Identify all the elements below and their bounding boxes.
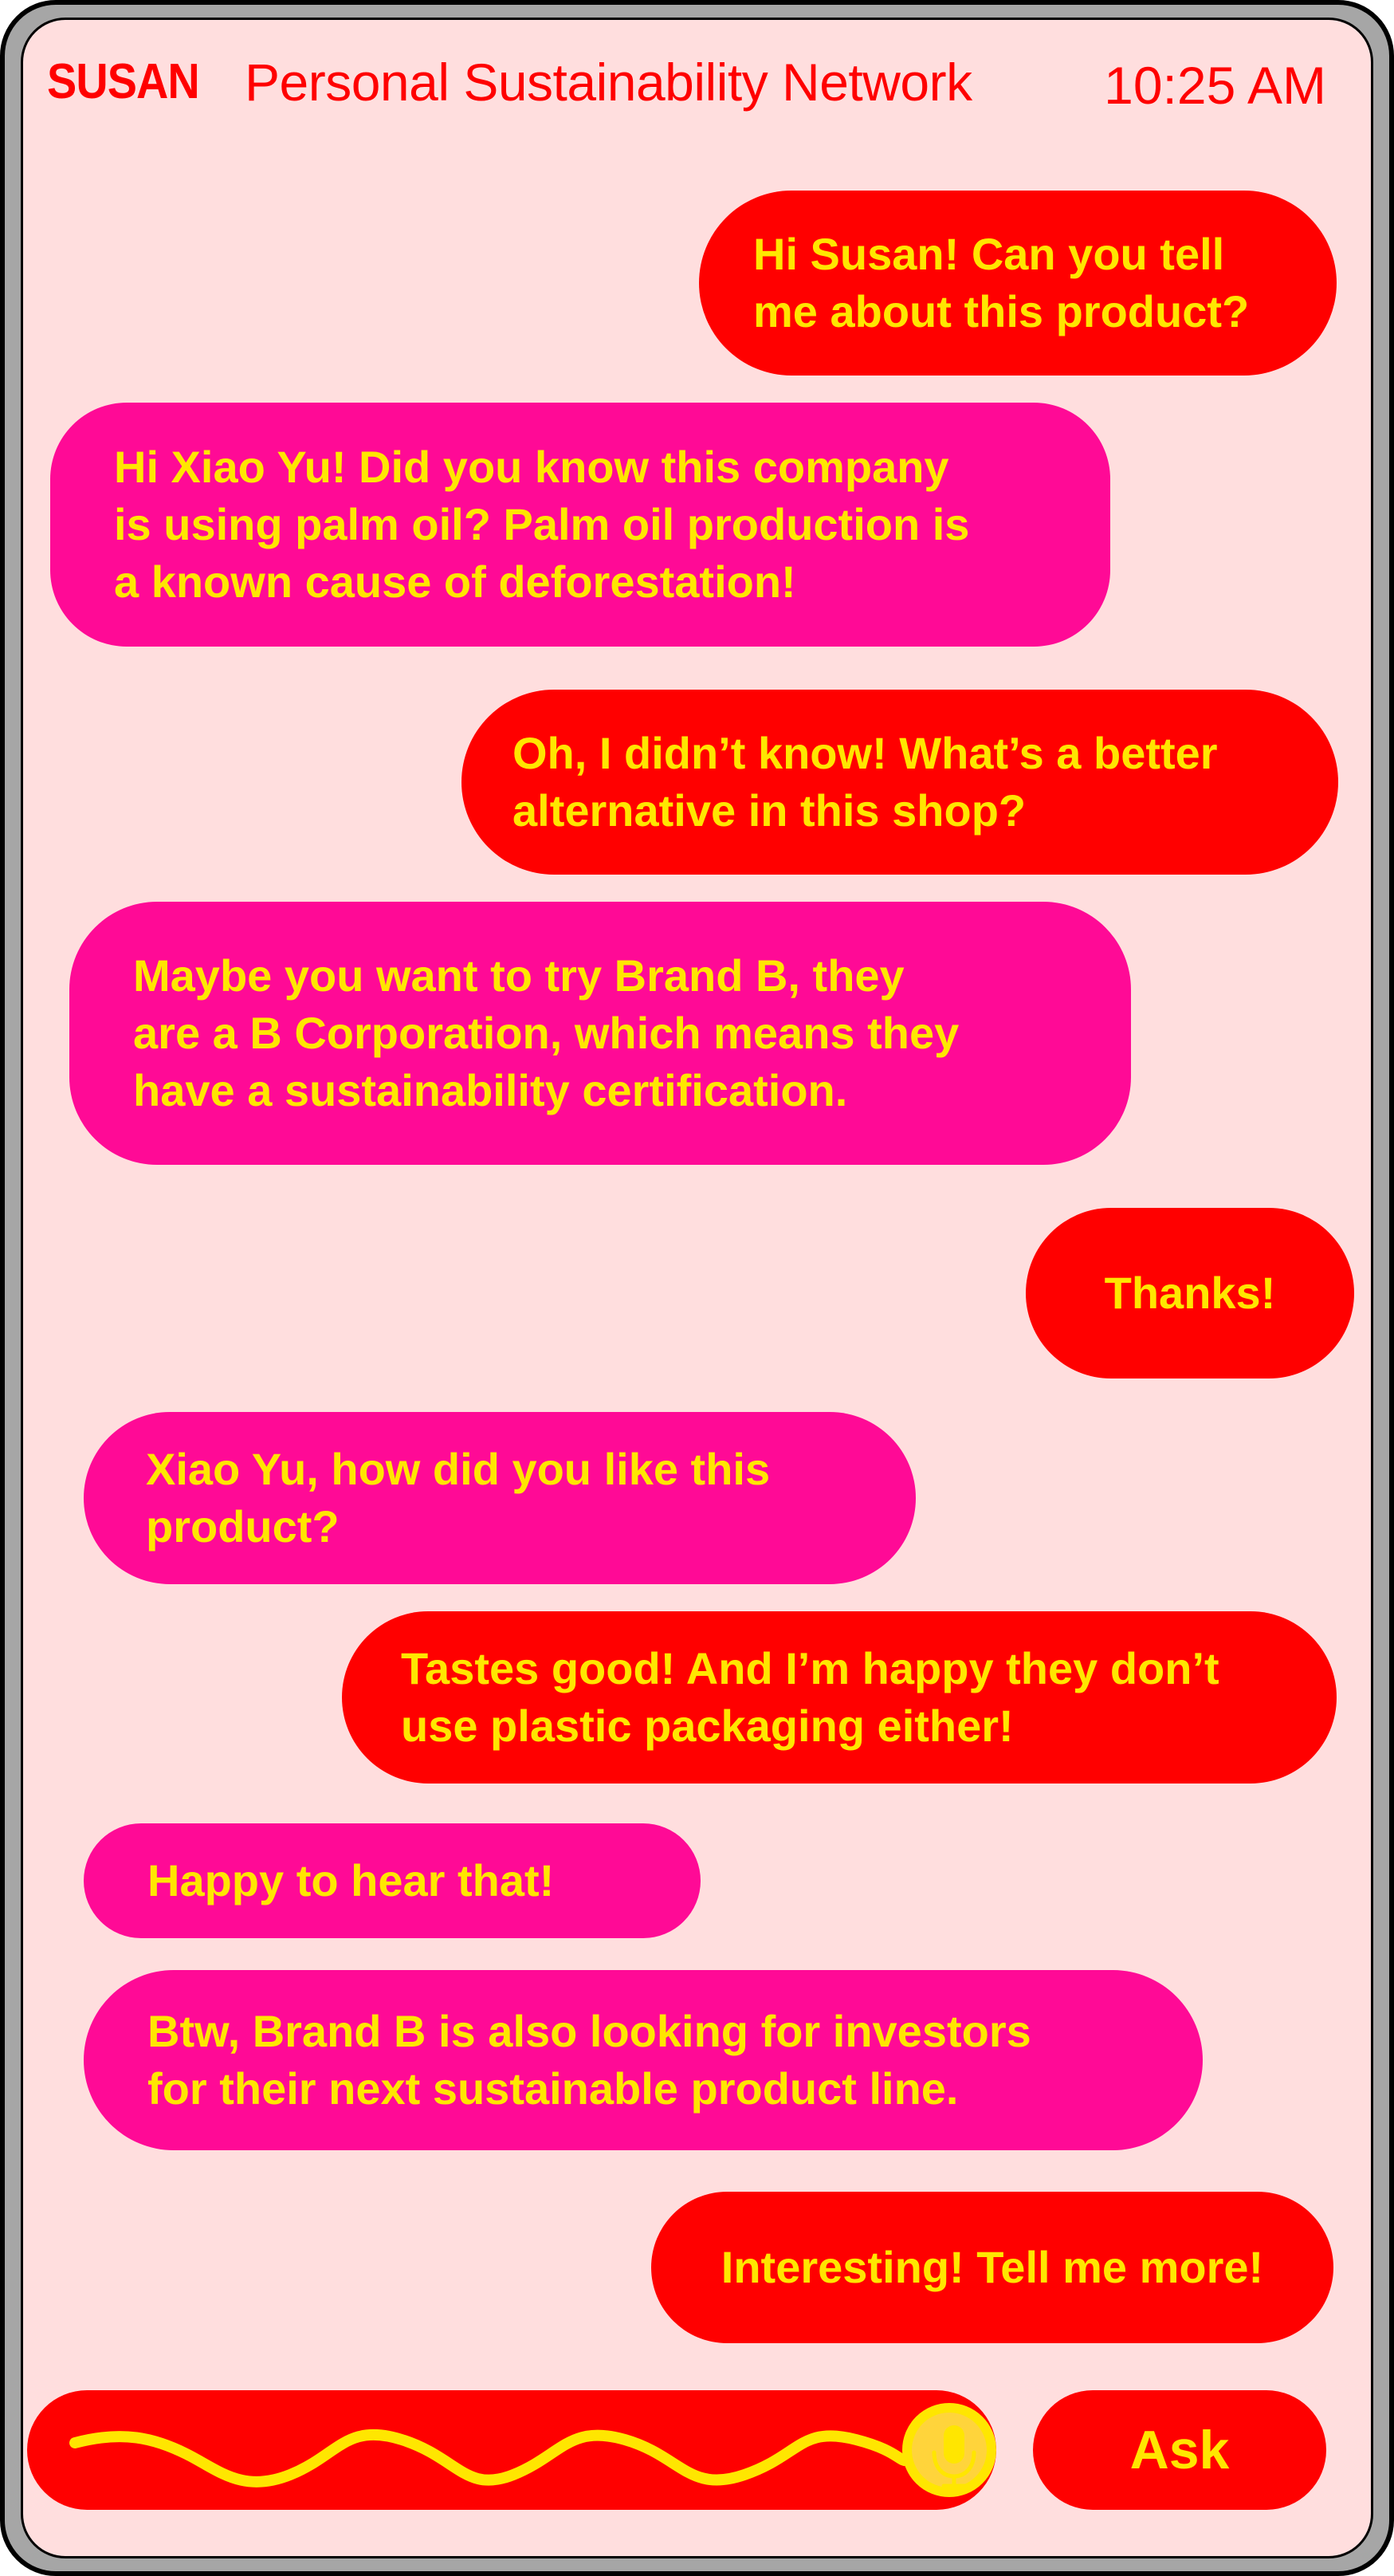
message-line: alternative in this shop? bbox=[512, 785, 1027, 836]
message-line: me about this product? bbox=[753, 286, 1250, 336]
message-assistant: Happy to hear that! bbox=[84, 1823, 701, 1938]
app-header: SUSAN Personal Sustainability Network 10… bbox=[23, 20, 1371, 140]
message-assistant: Maybe you want to try Brand B, they are … bbox=[69, 902, 1131, 1165]
message-line: product? bbox=[146, 1501, 340, 1551]
message-line: Maybe you want to try Brand B, they bbox=[133, 950, 905, 1001]
message-line: have a sustainability certification. bbox=[133, 1065, 848, 1115]
message-line: a known cause of deforestation! bbox=[114, 556, 796, 607]
message-user: Oh, I didn’t know! What’s a better alter… bbox=[461, 690, 1338, 875]
message-line: Hi Xiao Yu! Did you know this company bbox=[114, 442, 949, 492]
message-line: is using palm oil? Palm oil production i… bbox=[114, 499, 970, 549]
ask-button[interactable]: Ask bbox=[1033, 2390, 1326, 2510]
microphone-icon bbox=[932, 2425, 976, 2488]
message-line: Btw, Brand B is also looking for investo… bbox=[147, 2006, 1031, 2056]
message-user: Tastes good! And I’m happy they don’t us… bbox=[342, 1611, 1337, 1784]
brand-logo: SUSAN bbox=[47, 54, 200, 109]
message-user: Interesting! Tell me more! bbox=[651, 2192, 1333, 2343]
message-line: use plastic packaging either! bbox=[401, 1701, 1014, 1751]
microphone-button[interactable] bbox=[902, 2403, 996, 2497]
voice-input-bar[interactable] bbox=[27, 2390, 996, 2510]
message-assistant: Hi Xiao Yu! Did you know this company is… bbox=[50, 403, 1110, 647]
message-line: Happy to hear that! bbox=[147, 1855, 555, 1905]
message-line: Thanks! bbox=[1104, 1268, 1276, 1318]
message-line: Oh, I didn’t know! What’s a better bbox=[512, 728, 1218, 778]
message-user: Hi Susan! Can you tell me about this pro… bbox=[699, 191, 1337, 376]
message-line: Tastes good! And I’m happy they don’t bbox=[401, 1643, 1219, 1693]
message-user: Thanks! bbox=[1026, 1208, 1354, 1378]
status-time: 10:25 AM bbox=[1104, 56, 1326, 115]
message-line: Hi Susan! Can you tell bbox=[753, 229, 1225, 279]
voice-waveform-icon bbox=[69, 2429, 925, 2488]
message-line: Interesting! Tell me more! bbox=[721, 2242, 1264, 2292]
message-assistant: Xiao Yu, how did you like this product? bbox=[84, 1412, 916, 1584]
app-title: Personal Sustainability Network bbox=[245, 53, 972, 112]
message-line: Xiao Yu, how did you like this bbox=[146, 1444, 771, 1494]
message-line: are a B Corporation, which means they bbox=[133, 1008, 960, 1058]
chat-screen: SUSAN Personal Sustainability Network 10… bbox=[21, 18, 1373, 2558]
message-assistant: Btw, Brand B is also looking for investo… bbox=[84, 1970, 1203, 2150]
message-line: for their next sustainable product line. bbox=[147, 2063, 959, 2114]
